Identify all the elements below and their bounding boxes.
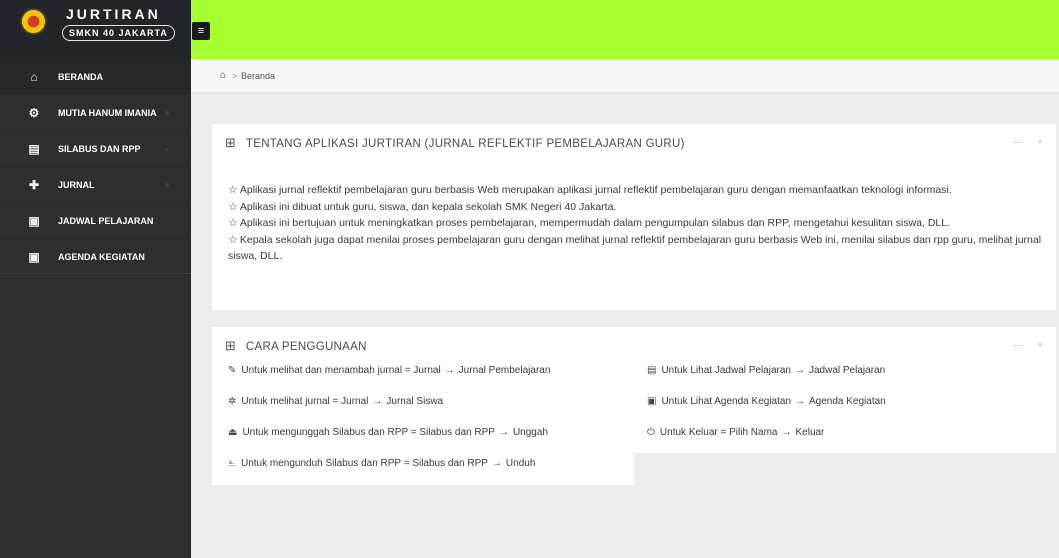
about-line: ☆ Kepala sekolah juga dapat menilai prose… (228, 232, 1042, 263)
guide-item: ⏻ Untuk Keluar = Pilih Nama → Keluar (647, 427, 825, 438)
calendar-icon: ▣ (647, 396, 657, 407)
sidebar-item-label: JADWAL PELAJARAN (58, 215, 154, 226)
breadcrumb-separator: > (232, 71, 238, 81)
sidebar-item-profile[interactable]: ⚙ MUTIA HANUM IMANIA (0, 95, 191, 131)
arrow-icon: → (498, 427, 509, 438)
submenu-indicator (165, 110, 169, 115)
star-icon: ☆ (228, 216, 238, 229)
submenu-indicator (165, 182, 169, 187)
submenu-indicator (165, 146, 169, 151)
arrow-icon: → (372, 396, 383, 407)
sidebar-item-agenda[interactable]: ▣ AGENDA KEGIATAN (0, 239, 191, 275)
about-panel-title: TENTANG APLIKASI JURTIRAN (JURNAL REFLEK… (245, 137, 685, 150)
pencil-icon: ✎ (228, 365, 237, 376)
sidebar-menu: ⌂ BERANDA ⚙ MUTIA HANUM IMANIA ▤ SILABUS… (0, 59, 191, 275)
minimize-button[interactable]: — (1012, 137, 1022, 148)
about-line: ☆ Aplikasi ini dibuat untuk guru, siswa, … (228, 199, 617, 213)
guide-item: ⎁ Untuk mengunduh Silabus dan RPP = Silab… (228, 458, 536, 469)
school-logo (20, 8, 47, 35)
sidebar-item-silabus[interactable]: ▤ SILABUS DAN RPP (0, 131, 191, 167)
arrow-icon: → (491, 458, 502, 469)
sidebar-item-jadwal[interactable]: ▣ JADWAL PELAJARAN (0, 203, 191, 239)
arrow-icon: → (781, 427, 792, 438)
sidebar-item-label: AGENDA KEGIATAN (58, 251, 145, 262)
guide-panel: ⊞ CARA PENGGUNAAN ✎ Untuk melihat dan men… (212, 327, 634, 485)
guide-panel-header: ⊞ CARA PENGGUNAAN (225, 339, 367, 354)
schedule-icon: ▤ (647, 365, 657, 376)
journal-icon: ✚ (28, 177, 40, 192)
minimize-button[interactable]: — (1012, 340, 1022, 351)
about-panel: ⊞ TENTANG APLIKASI JURTIRAN (JURNAL REFL… (212, 124, 1056, 310)
guide-item: ⏏ Untuk mengunggah Silabus dan RPP = Sila… (228, 427, 548, 438)
sidebar-divider (0, 273, 191, 274)
sidebar-item-label: SILABUS DAN RPP (58, 143, 141, 154)
about-panel-header: ⊞ TENTANG APLIKASI JURTIRAN (JURNAL REFL… (225, 136, 685, 151)
star-icon: ☆ (228, 232, 238, 246)
arrow-icon: → (795, 396, 805, 407)
grid-icon: ⊞ (225, 136, 236, 151)
app-subtitle-badge: SMKN 40 JAKARTA (62, 25, 175, 41)
app-title: JURTIRAN (66, 6, 161, 22)
document-icon: ▤ (28, 141, 40, 156)
about-line: ☆ Aplikasi ini bertujuan untuk meningkatk… (228, 216, 951, 229)
guide-item: ✎ Untuk melihat dan menambah jurnal = Jur… (228, 365, 551, 376)
sidebar: JURTIRAN SMKN 40 JAKARTA ⌂ BERANDA ⚙ MUT… (0, 0, 191, 558)
close-button[interactable]: × (1037, 137, 1043, 148)
calendar-icon: ▣ (28, 249, 40, 264)
sidebar-item-beranda[interactable]: ⌂ BERANDA (0, 59, 191, 95)
calendar-icon: ▣ (28, 213, 40, 228)
home-icon[interactable]: ⌂ (220, 70, 226, 81)
arrow-icon: → (444, 365, 455, 376)
guide-item: ▣ Untuk Lihat Agenda Kegiatan → Agenda Kegi… (647, 396, 886, 407)
download-icon: ⎁ (228, 458, 236, 469)
guide-panel-right: — × ▤ Untuk Lihat Jadwal Pelajaran → Jadwal… (634, 327, 1056, 453)
sidebar-item-label: MUTIA HANUM IMANIA (58, 107, 157, 118)
settings-icon: ⚙ (28, 105, 40, 120)
users-icon: ✲ (228, 396, 237, 407)
breadcrumb: ⌂ > Beranda (191, 59, 1059, 93)
upload-icon: ⏏ (228, 427, 238, 438)
menu-toggle-button[interactable]: ≡ (192, 22, 210, 40)
breadcrumb-current: Beranda (241, 71, 276, 81)
brand-header: JURTIRAN SMKN 40 JAKARTA (0, 0, 191, 59)
star-icon: ☆ (228, 183, 238, 196)
sidebar-item-jurnal[interactable]: ✚ JURNAL (0, 167, 191, 203)
guide-item: ▤ Untuk Lihat Jadwal Pelajaran → Jadwal Pel… (647, 365, 886, 376)
panel-tools: — × (1000, 137, 1043, 148)
close-button[interactable]: × (1037, 340, 1043, 351)
guide-panel-title: CARA PENGGUNAAN (245, 340, 367, 353)
sidebar-item-label: BERANDA (58, 71, 103, 82)
guide-item: ✲ Untuk melihat jurnal = Jurnal → Jurnal Si… (228, 396, 444, 407)
power-icon: ⏻ (647, 427, 655, 438)
arrow-icon: → (794, 365, 805, 376)
top-navbar (191, 0, 1059, 59)
sidebar-item-label: JURNAL (58, 179, 95, 190)
about-line: ☆ Aplikasi jurnal reflektif pembelajaran … (228, 183, 952, 196)
star-icon: ☆ (228, 199, 238, 213)
home-icon: ⌂ (30, 69, 38, 84)
about-panel-body: ☆ Aplikasi jurnal reflektif pembelajaran … (228, 182, 1048, 265)
grid-icon: ⊞ (225, 339, 236, 354)
panel-tools: — × (1000, 340, 1043, 351)
